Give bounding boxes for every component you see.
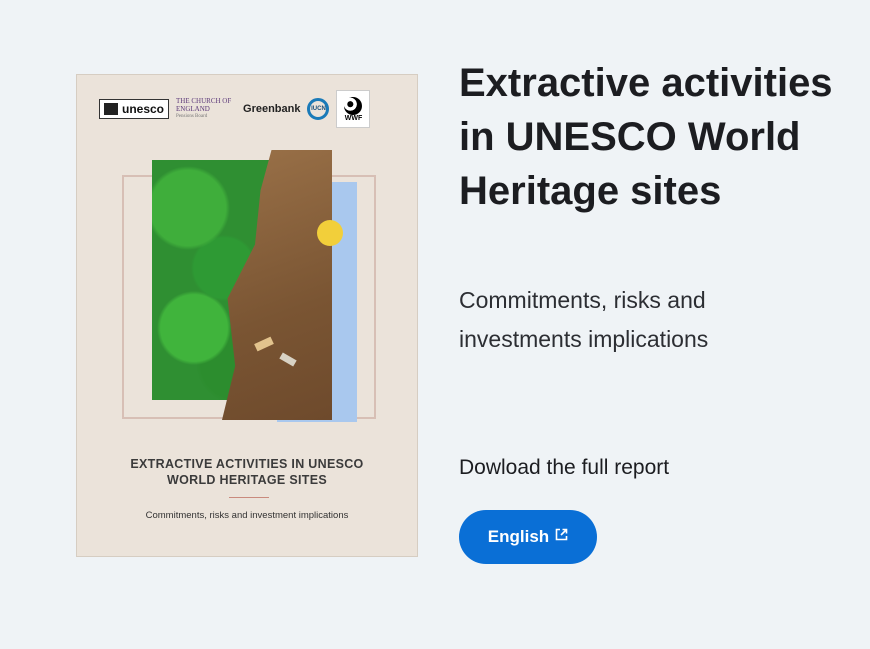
iucn-logo: IUCN	[307, 98, 330, 120]
report-cover-image: unesco THE CHURCH OF ENGLAND Pensions Bo…	[76, 74, 418, 557]
cover-subtitle: Commitments, risks and investment implic…	[145, 510, 349, 521]
page-subtitle: Commitments, risks and investments impli…	[459, 287, 709, 352]
external-link-icon	[555, 528, 568, 540]
wwf-logo: WWF	[336, 90, 371, 128]
button-label: English	[487, 527, 550, 546]
download-english-button[interactable]: English	[459, 510, 597, 564]
cover-divider	[229, 497, 269, 498]
cover-illustration	[122, 150, 376, 430]
unesco-logo: unesco	[99, 99, 170, 119]
church-of-england-logo: THE CHURCH OF ENGLAND Pensions Board	[176, 97, 232, 119]
sun-circle	[317, 220, 343, 246]
partner-logos: unesco THE CHURCH OF ENGLAND Pensions Bo…	[99, 89, 395, 129]
cover-title: EXTRACTIVE ACTIVITIES IN UNESCO WORLD HE…	[130, 457, 364, 487]
greenbank-logo: Greenbank	[243, 103, 301, 115]
temple-icon	[104, 103, 118, 115]
page-title: Extractive activities in UNESCO World He…	[459, 61, 833, 213]
download-label: Dowload the full report	[459, 456, 670, 479]
panda-icon	[344, 96, 363, 115]
